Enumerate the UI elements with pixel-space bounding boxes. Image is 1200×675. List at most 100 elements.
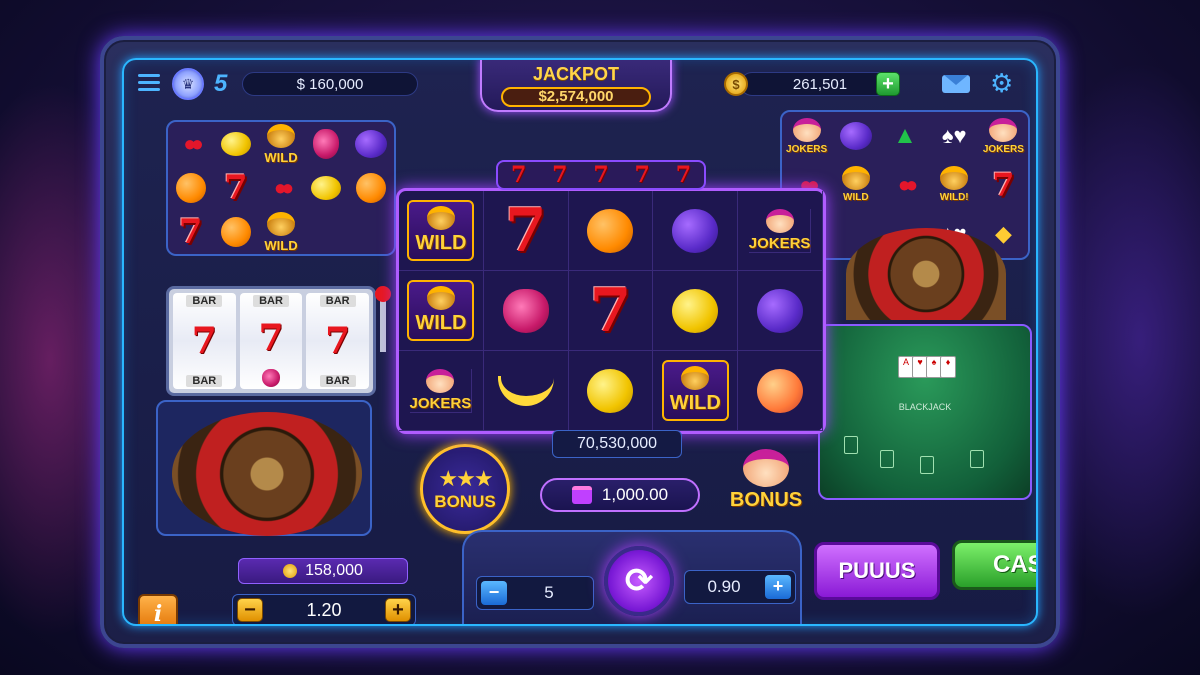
info-button[interactable]: i	[138, 594, 178, 624]
seven-symbol: 7	[223, 168, 248, 208]
reel-cell	[349, 122, 394, 166]
left-slot-grid: ●● WILD 7 ●● 7 WILD	[168, 122, 394, 254]
balance-display: $ 160,000	[242, 72, 418, 96]
reel-cell	[483, 271, 569, 351]
classic-reel: BAR 7 BAR	[173, 293, 236, 389]
slot-lever[interactable]	[375, 286, 391, 352]
seven-symbol: 7	[178, 212, 203, 252]
center-total: 70,530,000	[552, 430, 682, 458]
roulette-wheel-left	[172, 412, 362, 536]
jackpot-box: JACKPOT $2,574,000	[480, 60, 672, 112]
plum-icon	[839, 122, 872, 151]
bonus-stars-badge[interactable]: ★★★ BONUS	[420, 444, 510, 534]
reel-cell	[831, 112, 880, 161]
berry-icon	[262, 369, 280, 387]
reel-cell	[213, 210, 258, 254]
reel-cell: WILD!	[930, 161, 979, 210]
reel-cell: 7	[979, 161, 1028, 210]
add-coins-button[interactable]: +	[876, 72, 900, 96]
reel-cell: 7	[568, 271, 654, 351]
cherry-icon: ●●	[273, 175, 294, 200]
bet-spot[interactable]	[920, 456, 934, 474]
jokers-symbol: JOKERS	[409, 368, 473, 413]
game-screen: ♛ 5 $ 160,000 JACKPOT $2,574,000 261,501…	[122, 58, 1038, 626]
plus-button[interactable]: PUUUS	[814, 542, 940, 600]
blackjack-title: BLACKJACK	[898, 402, 952, 412]
reel-cell: WILD	[831, 161, 880, 210]
bet-spot[interactable]	[880, 450, 894, 468]
lines-minus-button[interactable]: −	[481, 581, 507, 605]
bar-symbol: BAR	[253, 295, 289, 307]
reel-cell: ●●	[168, 122, 213, 166]
blackjack-table[interactable]: A ♥ ♠ ♦ BLACKJACK	[818, 324, 1032, 500]
reel-cell: WILD	[399, 191, 484, 271]
banana-icon	[497, 375, 554, 406]
roulette-wheel-right[interactable]	[846, 228, 1006, 320]
gift-icon	[571, 486, 592, 504]
classic-reel: BAR 7 BAR	[306, 293, 370, 389]
coin-icon	[283, 564, 298, 578]
bonus-jester-badge[interactable]: BONUS	[718, 432, 814, 528]
seven-symbol: 7	[504, 195, 547, 266]
reel-cell	[349, 166, 394, 210]
jokers-label: JOKERS	[786, 143, 828, 155]
plum-icon	[355, 130, 388, 158]
reel-cell	[738, 271, 823, 351]
gear-icon[interactable]: ⚙	[990, 70, 1013, 96]
coin-plus-button[interactable]: +	[765, 575, 791, 599]
menu-icon[interactable]	[138, 74, 160, 92]
wild-label: WILD	[264, 237, 298, 253]
seven-symbol: 7	[325, 320, 351, 362]
jester-icon	[989, 117, 1018, 142]
wild-label: WILD	[264, 149, 298, 165]
plum-icon	[672, 208, 719, 253]
profile-badge-icon[interactable]: ♛	[172, 68, 204, 100]
diamond-icon: ◆	[994, 220, 1012, 246]
gift-bonus-pill[interactable]: 1,000.00	[540, 478, 700, 512]
reel-cell: ▲	[880, 112, 929, 161]
bar-symbol: BAR	[319, 375, 356, 387]
lines-value: 5	[544, 583, 554, 602]
reel-cell	[168, 166, 213, 210]
bet-plus-button[interactable]: +	[385, 598, 411, 622]
wild-crown-icon	[266, 123, 295, 148]
reel-cell: ●●	[258, 166, 303, 210]
coins-value: 261,501	[792, 75, 848, 93]
cherry-icon: ●●	[183, 131, 203, 156]
gift-value: 1,000.00	[601, 485, 669, 504]
tablet-frame: ♛ 5 $ 160,000 JACKPOT $2,574,000 261,501…	[100, 36, 1060, 648]
center-slot-machine[interactable]: WILD 7 JOKERS WILD 7 JOKERS WILD	[396, 188, 826, 434]
sevens-strip: 77777	[496, 160, 706, 190]
bet-value: 1.20	[306, 599, 342, 620]
bar-symbol: BAR	[186, 375, 223, 387]
reel-cell: JOKERS	[979, 112, 1028, 161]
cash-button[interactable]: CASH	[952, 540, 1036, 590]
reel-cell	[304, 122, 349, 166]
lemon-icon	[587, 368, 634, 413]
jackpot-value: $2,574,000	[501, 87, 651, 107]
bonus-jester-label: BONUS	[729, 488, 803, 511]
reel-cell	[349, 210, 394, 254]
seven-symbol: 7	[191, 320, 217, 362]
seven-symbol: 7	[992, 165, 1015, 204]
reel-cell: ♠♥	[930, 112, 979, 161]
bet-panel: 158,000 − 1.20 +	[218, 554, 432, 624]
bet-spot[interactable]	[970, 450, 984, 468]
top-bar: ♛ 5 $ 160,000 JACKPOT $2,574,000 261,501…	[124, 60, 1036, 112]
bet-minus-button[interactable]: −	[237, 598, 263, 622]
left-slot-panel[interactable]: ●● WILD 7 ●● 7 WILD	[166, 120, 396, 256]
reel-cell: 7	[213, 166, 258, 210]
seven-symbol: 7	[675, 162, 691, 188]
wild-label: WILD	[669, 392, 721, 414]
reel-cell: WILD	[653, 351, 739, 431]
lemon-icon	[672, 288, 719, 333]
bar-symbol: BAR	[186, 295, 223, 307]
level-indicator: 5	[214, 70, 228, 97]
classic-777-slot[interactable]: BAR 7 BAR BAR 7 BAR 7 BAR	[166, 286, 376, 396]
spin-button[interactable]: ⟳	[604, 546, 674, 616]
bet-spot[interactable]	[844, 436, 858, 454]
wild-symbol: WILD	[841, 166, 870, 203]
mail-icon[interactable]	[942, 75, 970, 93]
seven-symbol: 7	[589, 275, 632, 346]
bottom-total-value: 158,000	[305, 562, 363, 579]
